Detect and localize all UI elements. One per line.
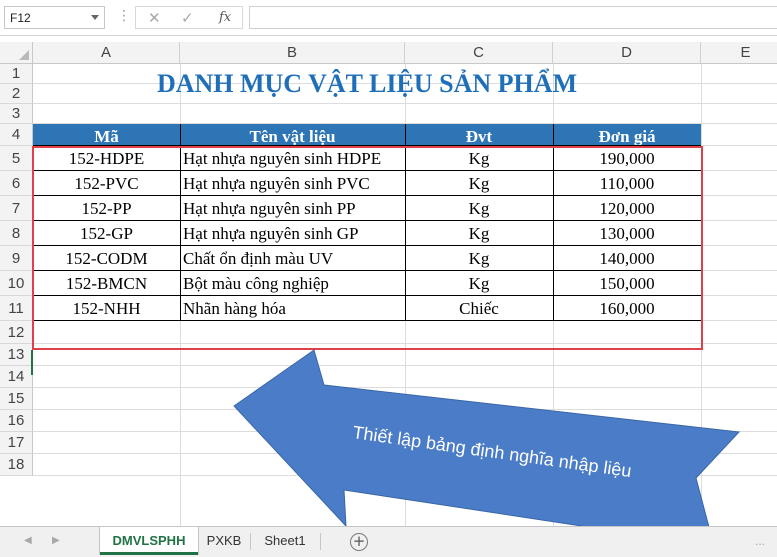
table-border: [33, 145, 701, 146]
sheet-tab-bar: ◀ ▶ DMVLSPHH PXKB Sheet1 + ...: [0, 526, 777, 557]
cancel-icon[interactable]: ✕: [148, 9, 161, 27]
table-cell[interactable]: 160,000: [553, 296, 701, 321]
table-cell[interactable]: Hạt nhựa nguyên sinh PVC: [180, 171, 405, 196]
table-cell[interactable]: 130,000: [553, 221, 701, 246]
gridline-horizontal: [33, 343, 777, 344]
table-cell[interactable]: Kg: [405, 271, 553, 296]
row-header-4[interactable]: 4: [0, 124, 33, 146]
table-border: [33, 270, 701, 271]
sheet-title[interactable]: DANH MỤC VẬT LIỆU SẢN PHẨM: [33, 64, 701, 103]
select-all-triangle-icon[interactable]: [19, 50, 29, 60]
table-cell[interactable]: Chất ổn định màu UV: [180, 246, 405, 271]
gridline-horizontal: [33, 103, 777, 104]
formula-input[interactable]: [249, 6, 777, 29]
table-cell[interactable]: Chiếc: [405, 296, 553, 321]
insert-function-icon[interactable]: fx: [219, 10, 231, 25]
table-cell[interactable]: Kg: [405, 171, 553, 196]
row-header-1[interactable]: 1: [0, 64, 33, 84]
sheet-tab-dmvlsphh[interactable]: DMVLSPHH: [100, 527, 198, 555]
name-box-value: F12: [10, 11, 31, 25]
row-header-7[interactable]: 7: [0, 196, 33, 221]
row-header-2[interactable]: 2: [0, 84, 33, 104]
column-header-d[interactable]: D: [553, 42, 701, 64]
row-header-9[interactable]: 9: [0, 246, 33, 271]
table-cell[interactable]: Kg: [405, 196, 553, 221]
next-sheet-icon[interactable]: ▶: [52, 535, 60, 546]
column-header-c[interactable]: C: [405, 42, 553, 64]
row-header-11[interactable]: 11: [0, 296, 33, 321]
sheet-tab-sheet1[interactable]: Sheet1: [252, 527, 318, 555]
table-border: [405, 124, 406, 321]
callout-arrow: Thiết lập bảng định nghĩa nhập liệu: [233, 349, 741, 547]
row-header-17[interactable]: 17: [0, 432, 33, 454]
row-header-13[interactable]: 13: [0, 344, 33, 366]
column-header-e[interactable]: E: [701, 42, 777, 64]
table-border: [33, 195, 701, 196]
select-all-button[interactable]: [0, 42, 33, 64]
table-cell[interactable]: Hạt nhựa nguyên sinh HDPE: [180, 146, 405, 171]
table-border: [33, 170, 701, 171]
table-cell[interactable]: 150,000: [553, 271, 701, 296]
row-header-6[interactable]: 6: [0, 171, 33, 196]
table-cell[interactable]: 152-NHH: [33, 296, 180, 321]
row-header-15[interactable]: 15: [0, 388, 33, 410]
table-cell[interactable]: Hạt nhựa nguyên sinh PP: [180, 196, 405, 221]
table-cell[interactable]: Kg: [405, 246, 553, 271]
row-header-8[interactable]: 8: [0, 221, 33, 246]
table-cell[interactable]: 152-PVC: [33, 171, 180, 196]
table-cell[interactable]: 152-PP: [33, 196, 180, 221]
table-border: [180, 124, 181, 321]
row-header-3[interactable]: 3: [0, 104, 33, 124]
table-cell[interactable]: 120,000: [553, 196, 701, 221]
prev-sheet-icon[interactable]: ◀: [24, 535, 32, 546]
row-header-16[interactable]: 16: [0, 410, 33, 432]
table-cell[interactable]: 190,000: [553, 146, 701, 171]
table-cell[interactable]: Nhãn hàng hóa: [180, 296, 405, 321]
chevron-down-icon[interactable]: [91, 15, 99, 20]
column-header-b[interactable]: B: [180, 42, 405, 64]
name-box[interactable]: F12: [4, 6, 105, 29]
table-cell[interactable]: 152-HDPE: [33, 146, 180, 171]
formula-bar-grip-icon[interactable]: ⋮: [117, 8, 131, 24]
row-header-5[interactable]: 5: [0, 146, 33, 171]
table-cell[interactable]: Kg: [405, 221, 553, 246]
check-icon[interactable]: ✓: [181, 9, 194, 27]
more-icon[interactable]: ...: [755, 534, 765, 548]
tab-separator: [320, 533, 321, 550]
table-border: [553, 124, 554, 321]
row-header-10[interactable]: 10: [0, 271, 33, 296]
table-cell[interactable]: 152-CODM: [33, 246, 180, 271]
add-sheet-icon[interactable]: +: [350, 533, 368, 551]
row-header-12[interactable]: 12: [0, 321, 33, 344]
formula-buttons: ✕ ✓ fx: [135, 6, 243, 29]
table-border: [33, 220, 701, 221]
formula-bar: F12 ⋮ ✕ ✓ fx: [0, 0, 777, 36]
tab-separator: [250, 533, 251, 550]
row-header-18[interactable]: 18: [0, 454, 33, 476]
sheet-tab-pxkb[interactable]: PXKB: [200, 527, 248, 555]
row-header-14[interactable]: 14: [0, 366, 33, 388]
table-cell[interactable]: 110,000: [553, 171, 701, 196]
column-header-a[interactable]: A: [33, 42, 180, 64]
table-cell[interactable]: Hạt nhựa nguyên sinh GP: [180, 221, 405, 246]
table-border: [33, 245, 701, 246]
table-border: [33, 320, 701, 321]
table-border: [33, 295, 701, 296]
table-cell[interactable]: Bột màu công nghiệp: [180, 271, 405, 296]
active-row-indicator: [31, 350, 33, 375]
table-cell[interactable]: Kg: [405, 146, 553, 171]
table-cell[interactable]: 152-GP: [33, 221, 180, 246]
table-cell[interactable]: 140,000: [553, 246, 701, 271]
table-cell[interactable]: 152-BMCN: [33, 271, 180, 296]
